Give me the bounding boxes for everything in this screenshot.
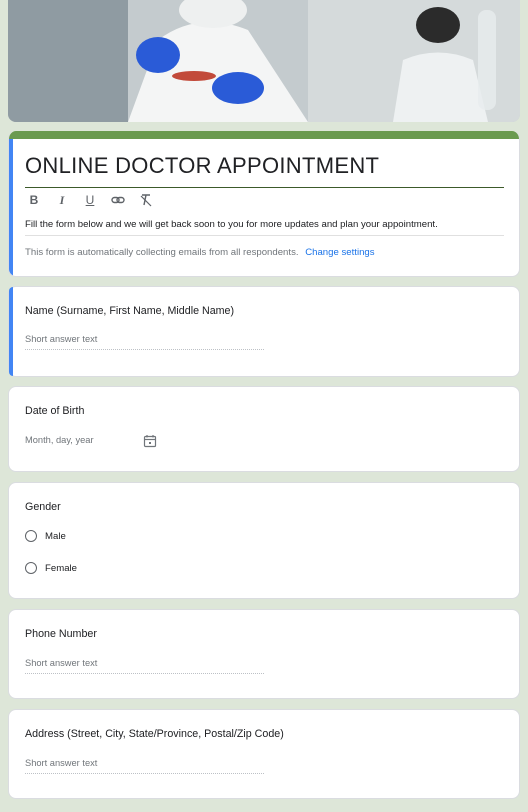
short-answer-field[interactable]: Short answer text [25, 658, 264, 674]
radio-option-male[interactable]: Male [25, 530, 66, 542]
header-image [8, 0, 520, 122]
question-title: Date of Birth [25, 405, 85, 417]
active-indicator [9, 287, 13, 376]
question-card-name[interactable]: Name (Surname, First Name, Middle Name) … [8, 286, 520, 377]
radio-button[interactable] [25, 530, 37, 542]
question-title: Address (Street, City, State/Province, P… [25, 728, 284, 740]
date-field[interactable]: Month, day, year [25, 435, 94, 445]
active-indicator [9, 139, 13, 276]
question-card-phone[interactable]: Phone Number Short answer text [8, 609, 520, 699]
question-card-dob[interactable]: Date of Birth Month, day, year [8, 386, 520, 472]
radio-button[interactable] [25, 562, 37, 574]
form-header-card: ONLINE DOCTOR APPOINTMENT B I U Fill the… [8, 131, 520, 277]
link-icon[interactable] [109, 191, 127, 209]
lab-photo-illustration [8, 0, 520, 122]
short-answer-field[interactable]: Short answer text [25, 334, 264, 350]
question-card-address[interactable]: Address (Street, City, State/Province, P… [8, 709, 520, 799]
email-collection-notice: This form is automatically collecting em… [25, 247, 375, 258]
option-label: Male [45, 530, 66, 542]
question-card-gender[interactable]: Gender Male Female [8, 482, 520, 599]
notice-text: This form is automatically collecting em… [25, 247, 299, 258]
theme-bar [9, 131, 519, 139]
question-title: Gender [25, 501, 61, 513]
bold-button[interactable]: B [25, 191, 43, 209]
clear-formatting-icon[interactable] [137, 191, 155, 209]
text-format-toolbar: B I U [25, 191, 155, 209]
radio-option-female[interactable]: Female [25, 562, 77, 574]
form-title[interactable]: ONLINE DOCTOR APPOINTMENT [25, 153, 504, 188]
option-label: Female [45, 562, 77, 574]
italic-button[interactable]: I [53, 191, 71, 209]
underline-button[interactable]: U [81, 191, 99, 209]
calendar-icon[interactable] [143, 434, 157, 448]
short-answer-field[interactable]: Short answer text [25, 758, 264, 774]
form-description[interactable]: Fill the form below and we will get back… [25, 219, 504, 236]
question-title: Phone Number [25, 628, 97, 640]
question-title: Name (Surname, First Name, Middle Name) [25, 305, 235, 317]
change-settings-link[interactable]: Change settings [305, 247, 374, 258]
